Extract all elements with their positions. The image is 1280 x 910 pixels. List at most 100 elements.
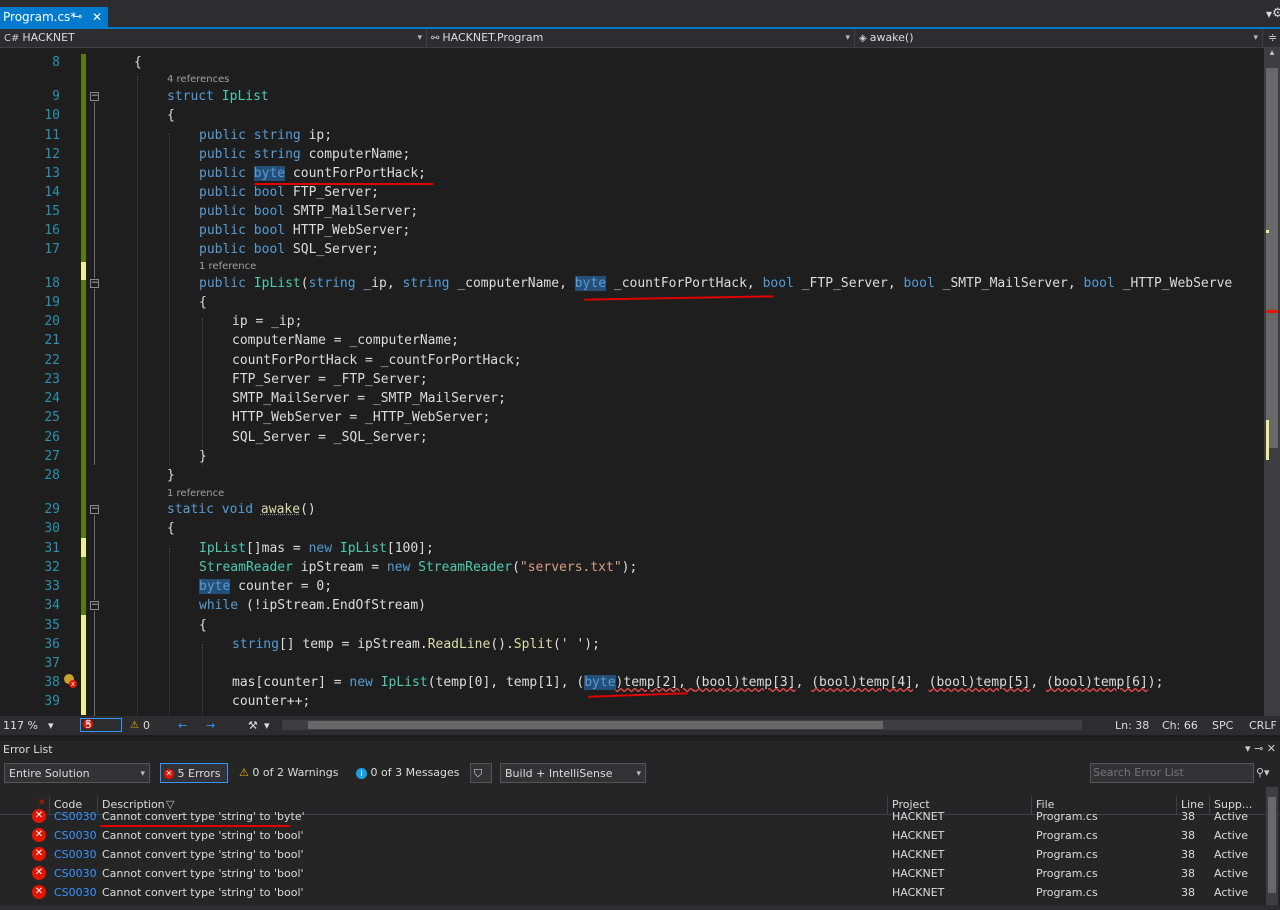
line-indicator: Ln: 38 — [1115, 719, 1150, 732]
code-line-21: computerName = _computerName; — [232, 333, 459, 348]
line-number: 13 — [44, 166, 60, 181]
indent-guide — [202, 644, 203, 716]
scope-dropdown[interactable]: Entire Solution ▾ — [4, 763, 150, 783]
line-number: 19 — [44, 295, 60, 310]
line-number: 10 — [44, 108, 60, 123]
error-row[interactable]: ✕ CS0030 Cannot convert type 'string' to '… — [0, 845, 1262, 864]
line-number: 33 — [44, 579, 60, 594]
panel-controls[interactable]: ▾ ⊸ ✕ — [1245, 742, 1276, 755]
error-row[interactable]: ✕ CS0030 Cannot convert type 'string' to '… — [0, 864, 1262, 883]
chevron-down-icon: ▾ — [140, 769, 145, 779]
errors-filter-button[interactable]: ✕ 5 Errors — [160, 763, 228, 783]
code-line-34: while (!ipStream.EndOfStream) — [199, 598, 426, 613]
column-indicator: Ch: 66 — [1162, 719, 1198, 732]
error-suppression: Active — [1214, 867, 1249, 880]
error-line: 38 — [1181, 810, 1195, 823]
collapse-icon[interactable]: − — [90, 279, 99, 288]
chevron-up-icon[interactable]: ▴ — [1266, 48, 1278, 60]
error-list-scrollbar[interactable] — [1266, 787, 1278, 905]
scroll-error-marker — [1266, 310, 1278, 313]
error-code-link[interactable]: CS0030 — [54, 883, 97, 902]
brush-icon[interactable]: ⚒ — [248, 716, 258, 735]
code-editor[interactable]: 8 9 10 11 12 13 14 15 16 17 18 19 20 21 22 23 24 25 26 27 28… — [0, 48, 1264, 716]
error-suppression: Active — [1214, 829, 1249, 842]
error-code-link[interactable]: CS0030 — [54, 864, 97, 883]
annotation-underline — [254, 183, 434, 185]
horizontal-scrollbar[interactable] — [282, 720, 1082, 730]
panel-title: Error List — [3, 743, 53, 756]
line-number: 35 — [44, 618, 60, 633]
error-count-badge[interactable]: ✕ 5 — [80, 718, 122, 732]
build-dropdown[interactable]: Build + IntelliSense ▾ — [500, 763, 646, 783]
annotation-underline — [587, 692, 689, 698]
fold-line — [94, 515, 95, 600]
filter-icon[interactable]: ⛉ — [470, 763, 492, 783]
chevron-down-icon[interactable]: ▾ — [48, 716, 54, 735]
member-dropdown[interactable]: ◈ awake() ▾ — [855, 29, 1263, 47]
csharp-project-icon: C# — [4, 33, 20, 44]
gear-icon[interactable]: ⚙ — [1272, 6, 1280, 21]
class-icon: ⚯ — [431, 33, 440, 44]
messages-filter-button[interactable]: i 0 of 3 Messages — [356, 763, 460, 783]
navigation-bar: C# HACKNET ▾ ⚯ HACKNET.Program ▾ ◈ awake() … — [0, 29, 1280, 48]
code-line-35: { — [199, 618, 207, 633]
code-line-38: mas[counter] = new IpList(temp[0], temp[… — [232, 675, 1164, 690]
codelens-references[interactable]: 1 reference — [167, 487, 224, 501]
line-number: 17 — [44, 242, 60, 257]
pin-icon[interactable]: ⊸ — [73, 7, 82, 27]
search-icon[interactable]: ⚲▾ — [1256, 763, 1270, 783]
search-error-list-input[interactable] — [1090, 763, 1254, 783]
change-marker — [81, 538, 86, 557]
collapse-icon[interactable]: − — [90, 505, 99, 514]
codelens-references[interactable]: 4 references — [167, 73, 230, 87]
codelens-references[interactable]: 1 reference — [199, 260, 256, 274]
code-line-36: string[] temp = ipStream.ReadLine().Spli… — [232, 637, 600, 652]
fold-line — [94, 611, 95, 716]
zoom-level[interactable]: 117 % — [3, 716, 38, 735]
error-code-link[interactable]: CS0030 — [54, 807, 97, 826]
code-line-30: { — [167, 521, 175, 536]
bottom-tool-tabs[interactable] — [0, 905, 1280, 910]
line-number: 36 — [44, 637, 60, 652]
collapse-icon[interactable]: − — [90, 92, 99, 101]
line-number: 9 — [52, 89, 60, 104]
error-file: Program.cs — [1036, 848, 1098, 861]
scroll-thumb[interactable] — [1266, 68, 1278, 448]
error-row[interactable]: ✕ CS0030 Cannot convert type 'string' to '… — [0, 826, 1262, 845]
error-icon: ✕ — [32, 866, 46, 880]
chevron-down-icon[interactable]: ▾ — [264, 716, 270, 735]
method-icon: ◈ — [859, 33, 867, 44]
collapse-icon[interactable]: − — [90, 601, 99, 610]
error-project: HACKNET — [892, 829, 945, 842]
error-file: Program.cs — [1036, 829, 1098, 842]
error-row[interactable]: ✕ CS0030 Cannot convert type 'string' to '… — [0, 807, 1262, 826]
error-suppression: Active — [1214, 886, 1249, 899]
code-line-15: public bool SMTP_MailServer; — [199, 204, 419, 219]
line-number: 25 — [44, 410, 60, 425]
change-marker — [81, 615, 86, 715]
scroll-thumb[interactable] — [308, 721, 883, 729]
error-code-link[interactable]: CS0030 — [54, 826, 97, 845]
error-list-toolbar: Entire Solution ▾ ✕ 5 Errors ⚠ 0 of 2 Wa… — [0, 763, 1280, 785]
vertical-scrollbar[interactable]: ▴ — [1264, 48, 1280, 716]
scroll-thumb[interactable] — [1268, 797, 1276, 893]
error-code-link[interactable]: CS0030 — [54, 845, 97, 864]
change-marker — [81, 54, 86, 280]
error-file: Program.cs — [1036, 886, 1098, 899]
lightbulb-error-icon[interactable]: x — [63, 674, 77, 688]
tab-program-cs[interactable]: Program.cs* ⊸ ✕ — [0, 7, 108, 27]
class-name: HACKNET.Program — [442, 31, 544, 44]
class-dropdown[interactable]: ⚯ HACKNET.Program ▾ — [427, 29, 855, 47]
error-row[interactable]: ✕ CS0030 Cannot convert type 'string' to '… — [0, 883, 1262, 902]
split-icon[interactable]: ≑ — [1268, 31, 1277, 44]
warning-count[interactable]: 0 — [143, 716, 150, 735]
warnings-filter-button[interactable]: ⚠ 0 of 2 Warnings — [239, 763, 338, 783]
arrow-left-icon[interactable]: ← — [178, 716, 187, 735]
close-icon[interactable]: ✕ — [92, 7, 102, 27]
line-number: 20 — [44, 314, 60, 329]
code-line-33: byte counter = 0; — [199, 579, 333, 594]
project-dropdown[interactable]: C# HACKNET ▾ — [0, 29, 427, 47]
line-number: 26 — [44, 430, 60, 445]
arrow-right-icon[interactable]: → — [206, 716, 215, 735]
error-file: Program.cs — [1036, 867, 1098, 880]
